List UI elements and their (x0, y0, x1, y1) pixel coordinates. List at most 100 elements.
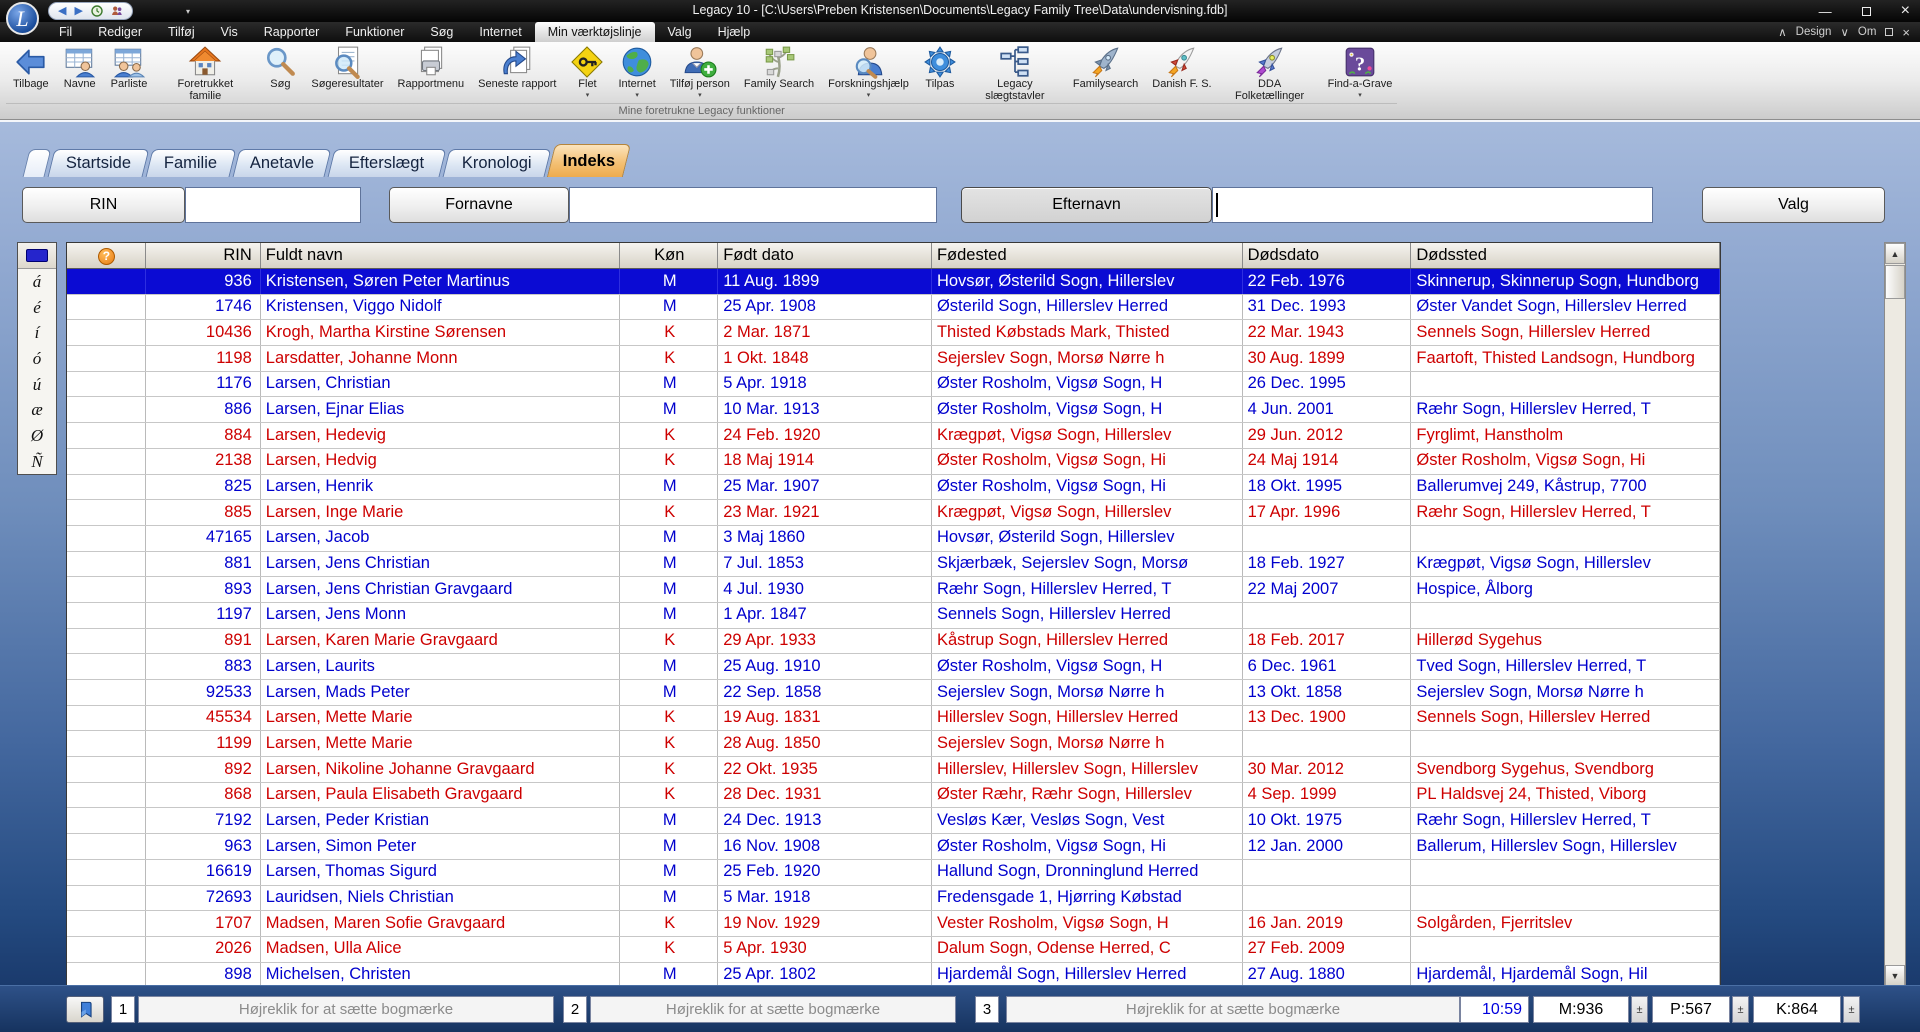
toolbar-item-rapportmenu[interactable]: Rapportmenu (391, 44, 472, 92)
table-row[interactable]: 936Kristensen, Søren Peter MartinusM11 A… (67, 269, 1720, 295)
toolbar-item-internet[interactable]: Internet▾ (611, 44, 662, 100)
letter-jump-ó[interactable]: ó (18, 346, 56, 372)
maximize-icon[interactable] (1862, 7, 1871, 16)
column-header-name[interactable]: Fuldt navn (261, 243, 621, 268)
menu-expand-icon[interactable]: ∨ (1840, 25, 1848, 39)
toolbar-item-legacy-sl-gtstavler[interactable]: Legacy slægtstavler (964, 44, 1066, 103)
tab-eftersl-gt[interactable]: Efterslægt (328, 149, 447, 177)
fornavne-search-input[interactable] (569, 187, 937, 223)
toolbar-item-dda-folket-llinger[interactable]: DDA Folketællinger (1219, 44, 1321, 103)
table-row[interactable]: 2138Larsen, HedvigK18 Maj 1914Øster Rosh… (67, 449, 1720, 475)
table-row[interactable]: 47165Larsen, JacobM3 Maj 1860Hovsør, Øst… (67, 526, 1720, 552)
table-row[interactable]: 868Larsen, Paula Elisabeth GravgaardK28 … (67, 783, 1720, 809)
restore-window-icon[interactable] (1885, 28, 1893, 36)
toolbar-item-navne[interactable]: Navne (56, 44, 104, 92)
minimize-icon[interactable]: — (1819, 4, 1832, 19)
toolbar-item-flet[interactable]: Flet▾ (563, 44, 611, 100)
toolbar-item-forskningshj-lp[interactable]: Forskningshjælp▾ (821, 44, 916, 100)
tab-startside[interactable]: Startside (48, 149, 150, 177)
column-header-bplace[interactable]: Fødested (932, 243, 1243, 268)
table-row[interactable]: 1176Larsen, ChristianM5 Apr. 1918Øster R… (67, 372, 1720, 398)
table-row[interactable]: 898Michelsen, ChristenM25 Apr. 1802Hjard… (67, 963, 1720, 987)
table-row[interactable]: 16619Larsen, Thomas SigurdM25 Feb. 1920H… (67, 860, 1720, 886)
table-row[interactable]: 884Larsen, HedevigK24 Feb. 1920Krægpøt, … (67, 423, 1720, 449)
dropdown-icon[interactable]: ▾ (867, 92, 871, 99)
bookmark-1-field[interactable]: Højreklik for at sætte bogmærke (138, 996, 554, 1023)
bookmark-3-field[interactable]: Højreklik for at sætte bogmærke (1006, 996, 1460, 1023)
letter-jump-Ñ[interactable]: Ñ (18, 449, 56, 475)
table-row[interactable]: 92533Larsen, Mads PeterM22 Sep. 1858Seje… (67, 680, 1720, 706)
bookmark-2-field[interactable]: Højreklik for at sætte bogmærke (590, 996, 956, 1023)
design-menu-label[interactable]: Design (1796, 26, 1832, 38)
menu-item-rapporter[interactable]: Rapporter (251, 22, 333, 42)
dropdown-icon[interactable]: ▾ (1358, 92, 1362, 99)
menu-item-tilf-j[interactable]: Tilføj (155, 22, 208, 42)
letter-jump-æ[interactable]: æ (18, 397, 56, 423)
table-row[interactable]: 892Larsen, Nikoline Johanne GravgaardK22… (67, 757, 1720, 783)
scroll-up-icon[interactable]: ▲ (1885, 243, 1905, 264)
column-header-dplace[interactable]: Dødssted (1411, 243, 1720, 268)
table-row[interactable]: 10436Krogh, Martha Kirstine SørensenK2 M… (67, 320, 1720, 346)
people-small-icon[interactable] (111, 5, 123, 17)
tab-familie[interactable]: Familie (146, 149, 237, 177)
toolbar-item-foretrukket-familie[interactable]: Foretrukket familie (154, 44, 256, 103)
vertical-scrollbar[interactable]: ▲ ▼ (1884, 242, 1906, 987)
toolbar-item-s-geresultater[interactable]: Søgeresultater (304, 44, 390, 92)
table-row[interactable]: 825Larsen, HenrikM25 Mar. 1907Øster Rosh… (67, 475, 1720, 501)
dropdown-icon[interactable]: ▾ (586, 92, 590, 99)
table-row[interactable]: 1707Madsen, Maren Sofie GravgaardK19 Nov… (67, 911, 1720, 937)
help-icon[interactable]: ? (98, 248, 115, 265)
table-row[interactable]: 1199Larsen, Mette MarieK28 Aug. 1850Seje… (67, 731, 1720, 757)
legacy-logo-icon[interactable]: L (6, 2, 39, 35)
table-row[interactable]: 1198Larsdatter, Johanne MonnK1 Okt. 1848… (67, 346, 1720, 372)
menu-item-rediger[interactable]: Rediger (85, 22, 155, 42)
toolbar-item-seneste-rapport[interactable]: Seneste rapport (471, 44, 563, 92)
letter-jump-é[interactable]: é (18, 295, 56, 321)
toolbar-item-familysearch[interactable]: Familysearch (1066, 44, 1145, 92)
table-row[interactable]: 72693Lauridsen, Niels ChristianM5 Mar. 1… (67, 886, 1720, 912)
toolbar-item-s-g[interactable]: Søg (256, 44, 304, 92)
valg-button[interactable]: Valg (1702, 187, 1885, 223)
persons-stepper[interactable]: ± (1732, 996, 1749, 1023)
menu-item-min-v-rkt-jslinje[interactable]: Min værktøjslinje (535, 22, 655, 42)
letter-jump-í[interactable]: í (18, 320, 56, 346)
efternavn-search-button[interactable]: Efternavn (961, 187, 1212, 223)
toolbar-item-parliste[interactable]: Parliste (104, 44, 155, 92)
column-header-born[interactable]: Født dato (718, 243, 932, 268)
forward-small-icon[interactable]: ▶ (74, 6, 82, 17)
table-row[interactable]: 45534Larsen, Mette MarieK19 Aug. 1831Hil… (67, 706, 1720, 732)
column-header-rin[interactable]: RIN (146, 243, 261, 268)
qat-dropdown-icon[interactable]: ▾ (186, 7, 190, 16)
dropdown-icon[interactable]: ▾ (698, 92, 702, 99)
dropdown-icon[interactable]: ▾ (635, 92, 639, 99)
rin-search-button[interactable]: RIN (22, 187, 185, 223)
menu-item-funktioner[interactable]: Funktioner (332, 22, 417, 42)
menu-item-internet[interactable]: Internet (466, 22, 534, 42)
clock-icon[interactable] (91, 5, 103, 17)
toolbar-item-find-a-grave[interactable]: ?Find-a-Grave▾ (1321, 44, 1400, 100)
close-icon[interactable]: × (1901, 2, 1910, 20)
scroll-down-icon[interactable]: ▼ (1885, 965, 1905, 986)
efternavn-search-input[interactable] (1212, 187, 1653, 223)
toolbar-item-family-search[interactable]: Family Search (737, 44, 821, 92)
rin-search-input[interactable] (185, 187, 361, 223)
toolbar-item-tilpas[interactable]: Tilpas (916, 44, 964, 92)
close-window-icon[interactable]: × (1902, 25, 1910, 40)
table-row[interactable]: 2026Madsen, Ulla AliceK5 Apr. 1930Dalum … (67, 937, 1720, 963)
menu-item-s-g[interactable]: Søg (417, 22, 466, 42)
letter-jump-Ø[interactable]: Ø (18, 423, 56, 449)
menu-item-valg[interactable]: Valg (655, 22, 705, 42)
menu-collapse-icon[interactable]: ∧ (1778, 25, 1786, 39)
scrollbar-thumb[interactable] (1885, 265, 1905, 299)
column-header-sex[interactable]: Køn (620, 243, 718, 268)
table-row[interactable]: 886Larsen, Ejnar EliasM10 Mar. 1913Øster… (67, 397, 1720, 423)
menu-item-hj-lp[interactable]: Hjælp (705, 22, 764, 42)
menu-item-vis[interactable]: Vis (208, 22, 251, 42)
bookmark-button[interactable] (66, 996, 104, 1023)
table-row[interactable]: 885Larsen, Inge MarieK23 Mar. 1921Krægpø… (67, 500, 1720, 526)
tab-indeks[interactable]: Indeks (547, 144, 631, 177)
om-menu-label[interactable]: Om (1858, 26, 1877, 38)
column-header-died[interactable]: Dødsdato (1243, 243, 1412, 268)
column-header-q[interactable]: ? (67, 243, 146, 268)
table-row[interactable]: 963Larsen, Simon PeterM16 Nov. 1908Øster… (67, 834, 1720, 860)
